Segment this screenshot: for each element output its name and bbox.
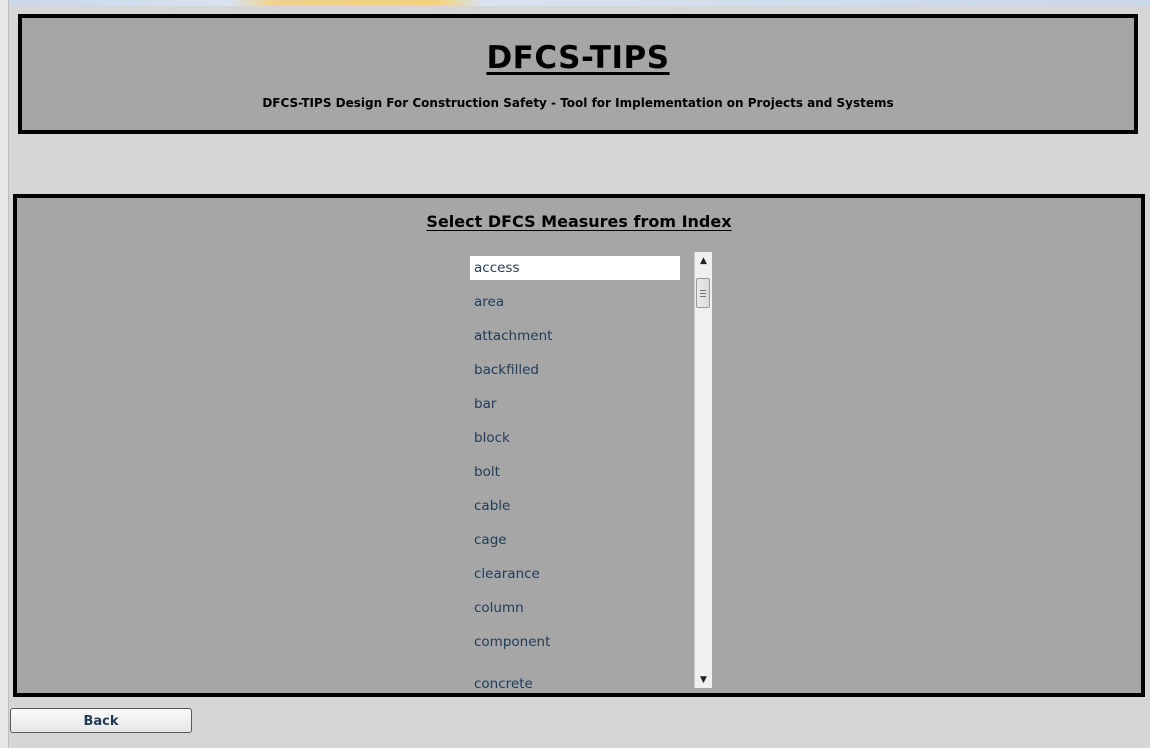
index-list-items: access area attachment backfilled bar bl… xyxy=(466,252,694,688)
list-item[interactable]: area xyxy=(470,290,680,314)
list-item[interactable]: component xyxy=(470,630,680,654)
list-item[interactable]: attachment xyxy=(470,324,680,348)
thumb-grip-line xyxy=(700,293,706,294)
list-scrollbar[interactable]: ▲ ▼ xyxy=(694,252,712,688)
list-item[interactable]: cable xyxy=(470,494,680,518)
app-window: DFCS-TIPS DFCS-TIPS Design For Construct… xyxy=(0,0,1150,748)
list-item[interactable]: bolt xyxy=(470,460,680,484)
list-item[interactable]: concrete xyxy=(470,672,680,688)
scroll-thumb[interactable] xyxy=(696,278,710,308)
measures-panel: Select DFCS Measures from Index access a… xyxy=(13,194,1145,697)
list-item[interactable]: clearance xyxy=(470,562,680,586)
down-arrow-icon[interactable]: ▼ xyxy=(695,671,712,688)
list-item[interactable]: cage xyxy=(470,528,680,552)
list-item[interactable]: backfilled xyxy=(470,358,680,382)
list-item[interactable]: block xyxy=(470,426,680,450)
window-left-edge xyxy=(0,0,9,748)
index-listbox[interactable]: access area attachment backfilled bar bl… xyxy=(466,252,716,688)
back-button[interactable]: Back xyxy=(10,708,192,733)
list-item[interactable]: column xyxy=(470,596,680,620)
list-item[interactable]: bar xyxy=(470,392,680,416)
up-arrow-icon[interactable]: ▲ xyxy=(695,252,712,269)
header-panel: DFCS-TIPS DFCS-TIPS Design For Construct… xyxy=(18,14,1138,134)
thumb-grip-line xyxy=(700,290,706,291)
thumb-grip-line xyxy=(700,296,706,297)
list-item[interactable]: access xyxy=(470,256,680,280)
app-subtitle: DFCS-TIPS Design For Construction Safety… xyxy=(262,96,894,110)
section-title: Select DFCS Measures from Index xyxy=(426,212,732,231)
app-title: DFCS-TIPS xyxy=(486,40,670,76)
window-top-strip xyxy=(0,0,1150,6)
